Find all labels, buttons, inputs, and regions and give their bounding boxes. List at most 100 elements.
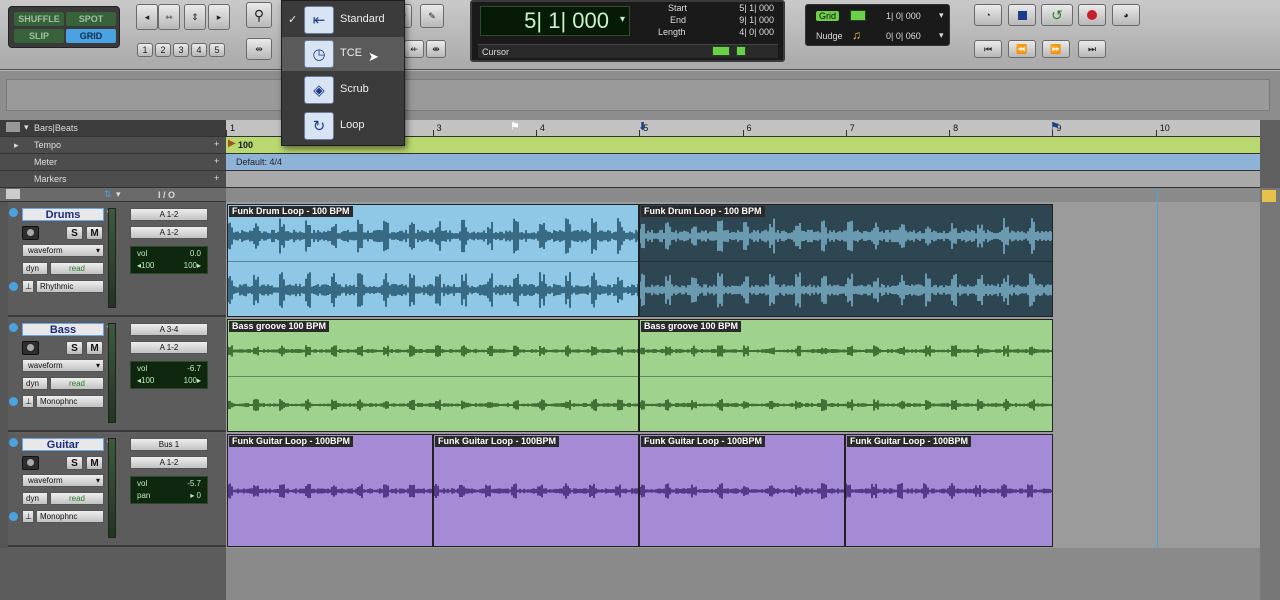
automation-selector[interactable]: dyn [22,262,48,275]
output-selector[interactable]: A 1-2 [130,341,208,354]
timebase-icon[interactable] [9,397,18,406]
menu-item-standard[interactable]: ✓ ⇤ Standard [282,3,404,37]
output-selector[interactable]: A 1-2 [130,456,208,469]
add-marker-icon[interactable]: + [214,173,219,183]
tempo-ruler-header[interactable]: ▸ Tempo + [0,137,226,154]
smart-tool-icon[interactable]: ⇷ [404,40,424,58]
zoom-in-icon[interactable]: ▸ [208,4,230,30]
track-select-icon[interactable] [9,323,18,332]
volume-readout[interactable]: vol -5.7 pan ▸ 0 [130,476,208,504]
column-dropdown-icon[interactable]: ▾ [116,189,121,200]
meter-ruler[interactable]: Default: 4/4 [226,154,1260,171]
record-enable-button[interactable] [22,341,39,355]
solo-button[interactable]: S [66,456,83,470]
audio-clip[interactable]: Funk Guitar Loop - 100BPM [639,434,845,547]
pencil-tool-icon[interactable]: ✎ [420,4,444,28]
meter-ruler-header[interactable]: Meter + [0,154,226,171]
smart-tool-alt-icon[interactable]: ⇼ [426,40,446,58]
zoom-out-icon[interactable]: ◂ [136,4,158,30]
automation-selector[interactable]: dyn [22,377,48,390]
elastic-audio-selector[interactable]: Monophnc [36,395,104,408]
tab-to-transient-icon[interactable] [736,46,746,56]
vertical-zoom-icon[interactable]: ⇕ [184,4,206,30]
spot-mode-button[interactable]: SPOT [66,12,116,26]
transport-extra-icon[interactable]: ◕ [1112,4,1140,26]
length-value[interactable]: 4| 0| 000 [714,27,774,37]
record-enable-button[interactable] [22,456,39,470]
input-selector[interactable]: A 3-4 [130,323,208,336]
zoom-preset-1[interactable]: 1 [137,43,153,57]
zoomer-tool-icon[interactable]: ⚲ [246,2,272,28]
fast-forward-icon[interactable]: ⏩ [1042,40,1070,58]
return-to-zero-icon[interactable]: ⏮ [974,40,1002,58]
elastic-audio-icon[interactable]: ⊥ [22,280,34,293]
track-name[interactable]: Guitar [22,438,104,451]
mute-button[interactable]: M [86,456,103,470]
track-view-selector[interactable]: waveform ▾ [22,359,104,372]
start-value[interactable]: 5| 1| 000 [714,3,774,13]
menu-item-tce[interactable]: ◷ TCE ➤ [282,37,404,71]
zoom-toggle-icon[interactable] [1262,190,1276,202]
mute-button[interactable]: M [86,226,103,240]
grid-mode-button[interactable]: GRID [66,29,116,43]
input-selector[interactable]: A 1-2 [130,208,208,221]
elastic-audio-selector[interactable]: Rhythmic [36,280,104,293]
record-enable-button[interactable] [22,226,39,240]
solo-button[interactable]: S [66,226,83,240]
automation-mode-selector[interactable]: read [50,262,104,275]
automation-selector[interactable]: dyn [22,492,48,505]
nudge-note-icon[interactable]: ♫ [852,28,861,42]
zoom-preset-2[interactable]: 2 [155,43,171,57]
mute-button[interactable]: M [86,341,103,355]
end-value[interactable]: 9| 1| 000 [714,15,774,25]
output-selector[interactable]: A 1-2 [130,226,208,239]
markers-ruler[interactable] [226,171,1260,188]
counter-dropdown-icon[interactable]: ▾ [620,14,625,25]
menu-item-scrub[interactable]: ◈ Scrub [282,73,404,107]
grid-label[interactable]: Grid [816,11,840,21]
elastic-audio-selector[interactable]: Monophnc [36,510,104,523]
zoom-preset-4[interactable]: 4 [191,43,207,57]
volume-readout[interactable]: vol 0.0 ◂100 100▸ [130,246,208,274]
grid-value[interactable]: 1| 0| 000 [886,11,921,21]
markers-ruler-header[interactable]: Markers + [0,171,226,188]
track-view-selector[interactable]: waveform ▾ [22,244,104,257]
meter-value[interactable]: Default: 4/4 [236,157,282,167]
add-meter-icon[interactable]: + [214,156,219,166]
audio-clip[interactable]: Funk Guitar Loop - 100BPM [227,434,433,547]
record-button[interactable] [1078,4,1106,26]
audio-clip[interactable]: Funk Drum Loop - 100 BPM [227,204,639,317]
loop-playback-icon[interactable]: ↺ [1041,4,1073,26]
audio-clip[interactable]: Bass groove 100 BPM [227,319,639,432]
menu-item-loop[interactable]: ↻ Loop [282,109,404,143]
track-select-icon[interactable] [9,208,18,217]
main-counter[interactable]: 5| 1| 000 [480,6,630,36]
nudge-value[interactable]: 0| 0| 060 [886,31,921,41]
online-icon[interactable]: ◔ [974,4,1002,26]
ruler-dropdown-icon[interactable]: ▾ [24,122,29,133]
automation-mode-selector[interactable]: read [50,492,104,505]
elastic-audio-icon[interactable]: ⊥ [22,510,34,523]
horizontal-zoom-icon[interactable]: ⇿ [158,4,180,30]
vertical-scrollbar[interactable] [1260,188,1280,600]
timebase-icon[interactable] [9,512,18,521]
elastic-audio-icon[interactable]: ⊥ [22,395,34,408]
grid-lines-icon[interactable] [850,10,866,21]
tempo-value[interactable]: 100 [238,140,253,150]
timebase-icon[interactable] [9,282,18,291]
shuffle-mode-button[interactable]: SHUFFLE [14,12,64,26]
link-timeline-icon[interactable] [712,46,730,56]
slip-mode-button[interactable]: SLIP [14,29,64,43]
sort-icon[interactable]: ⇅ [104,189,112,200]
track-view-selector[interactable]: waveform ▾ [22,474,104,487]
volume-readout[interactable]: vol -6.7 ◂100 100▸ [130,361,208,389]
audio-clip[interactable]: Funk Drum Loop - 100 BPM [639,204,1053,317]
track-list-icon[interactable] [6,189,20,199]
timebase-ruler-header[interactable]: ▾ Bars|Beats [0,120,226,137]
grid-dropdown-icon[interactable]: ▾ [939,10,944,21]
solo-button[interactable]: S [66,341,83,355]
nudge-dropdown-icon[interactable]: ▾ [939,30,944,41]
audio-clip[interactable]: Funk Guitar Loop - 100BPM [433,434,639,547]
trim-tool-icon[interactable]: ⇹ [246,38,272,60]
audio-clip[interactable]: Bass groove 100 BPM [639,319,1053,432]
